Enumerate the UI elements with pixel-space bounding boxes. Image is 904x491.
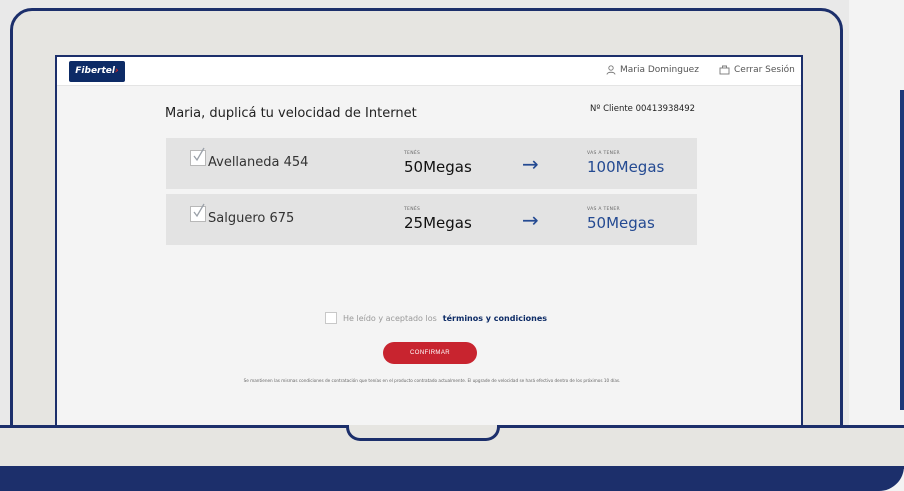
- new-speed: 50Megas: [587, 214, 655, 232]
- user-menu[interactable]: Maria Dominguez: [606, 65, 699, 75]
- main-content: Maria, duplicá tu velocidad de Internet …: [57, 86, 801, 425]
- new-speed-label: VAS A TENER: [587, 151, 620, 156]
- logout-icon: [719, 65, 730, 75]
- plan-row: Avellaneda 454 TENÉS 50Megas → VAS A TEN…: [166, 138, 697, 189]
- checkmark-icon: [193, 203, 205, 218]
- arrow-right-icon: →: [522, 208, 539, 232]
- user-name: Maria Dominguez: [620, 65, 699, 75]
- logout-label: Cerrar Sesión: [734, 65, 795, 75]
- arrow-right-icon: →: [522, 152, 539, 176]
- current-speed-label: TENÉS: [404, 207, 421, 212]
- current-speed: 50Megas: [404, 158, 472, 176]
- current-speed: 25Megas: [404, 214, 472, 232]
- logo-text: Fibertel: [75, 66, 115, 76]
- fibertel-logo[interactable]: Fibertel›: [69, 61, 125, 82]
- plan-checkbox[interactable]: [190, 147, 206, 166]
- terms-text: He leído y aceptado los: [343, 313, 437, 323]
- laptop-screen: Fibertel› Maria Dominguez Cerrar Sesión …: [55, 55, 803, 427]
- plan-row: Salguero 675 TENÉS 25Megas → VAS A TENER…: [166, 194, 697, 245]
- terms-consent: He leído y aceptado los términos y condi…: [325, 312, 547, 324]
- confirm-button[interactable]: CONFIRMAR: [383, 342, 477, 364]
- laptop-base-shadow: [0, 466, 904, 491]
- logout-link[interactable]: Cerrar Sesión: [719, 65, 795, 75]
- footnote: Se mantienen las mismas condiciones de c…: [243, 378, 621, 383]
- plan-address: Avellaneda 454: [208, 155, 309, 170]
- current-speed-label: TENÉS: [404, 151, 421, 156]
- new-speed: 100Megas: [587, 158, 665, 176]
- page-title: Maria, duplicá tu velocidad de Internet: [165, 106, 417, 121]
- terms-link[interactable]: términos y condiciones: [443, 314, 547, 323]
- top-bar: Fibertel› Maria Dominguez Cerrar Sesión: [57, 57, 801, 86]
- checkmark-icon: [193, 147, 205, 162]
- plan-address: Salguero 675: [208, 211, 295, 226]
- user-icon: [606, 65, 616, 75]
- new-speed-label: VAS A TENER: [587, 207, 620, 212]
- background-panel: [849, 0, 904, 491]
- background-accent-bar: [900, 90, 904, 410]
- terms-checkbox[interactable]: [325, 312, 337, 324]
- laptop-notch: [346, 425, 500, 441]
- laptop-base: [0, 425, 904, 469]
- plan-checkbox[interactable]: [190, 203, 206, 222]
- logo-accent: ›: [115, 66, 119, 76]
- client-number: Nº Cliente 00413938492: [590, 104, 696, 114]
